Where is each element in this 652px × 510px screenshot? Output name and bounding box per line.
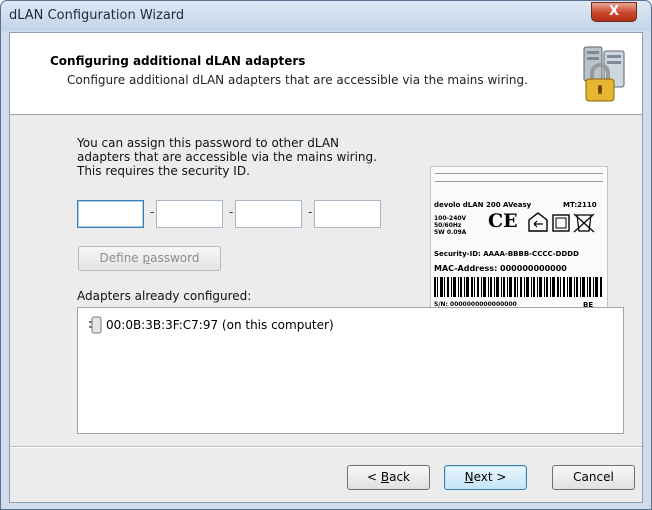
device-label-image: devolo dLAN 200 AVeasy MT:2110 100-240V …: [430, 166, 608, 324]
adapters-list[interactable]: 00:0B:3B:3F:C7:97 (on this computer): [77, 307, 624, 434]
info-line: You can assign this password to other dL…: [77, 136, 340, 150]
wizard-window: dLAN Configuration Wizard X Configuring …: [0, 0, 652, 510]
password-field-4[interactable]: [314, 200, 381, 228]
label-symbols-icon: [528, 212, 595, 233]
page-subtitle: Configure additional dLAN adapters that …: [67, 73, 528, 87]
password-field-1[interactable]: [77, 200, 144, 228]
define-password-label-rest: assword: [150, 251, 200, 265]
password-separator: -: [150, 205, 155, 219]
label-divider: [435, 173, 603, 174]
back-button[interactable]: < Back: [347, 465, 430, 490]
define-password-label: Define: [99, 251, 143, 265]
page-title: Configuring additional dLAN adapters: [50, 54, 306, 68]
label-voltage-line: 50/60Hz: [434, 222, 462, 229]
label-model: devolo dLAN 200 AVeasy: [434, 201, 532, 209]
dlan-adapter-icon: [89, 316, 102, 334]
footer-divider: [10, 447, 642, 448]
label-mt: MT:2110: [563, 201, 597, 209]
info-line: This requires the security ID.: [77, 164, 250, 178]
next-label: ext >: [473, 470, 507, 484]
adapter-entry-text: 00:0B:3B:3F:C7:97 (on this computer): [106, 318, 334, 332]
info-text: You can assign this password to other dL…: [77, 136, 377, 178]
locked-computers-icon: [583, 46, 625, 102]
back-label: <: [366, 470, 381, 484]
wizard-client-area: Configuring additional dLAN adapters Con…: [9, 32, 643, 503]
next-button[interactable]: Next >: [444, 465, 527, 490]
password-separator: -: [308, 205, 313, 219]
label-mac-address: MAC-Address: 000000000000: [434, 264, 567, 273]
window-title: dLAN Configuration Wizard: [9, 8, 185, 23]
label-voltage: 100-240V 50/60Hz 5W 0.09A: [434, 215, 474, 236]
ce-mark: CE: [488, 210, 518, 232]
back-hotkey: B: [380, 470, 390, 484]
barcode-icon: [434, 277, 602, 297]
back-label-rest: ack: [389, 470, 410, 484]
title-bar[interactable]: dLAN Configuration Wizard X: [1, 1, 651, 31]
define-password-hotkey: p: [142, 251, 151, 265]
password-field-2[interactable]: [156, 200, 223, 228]
wizard-body: You can assign this password to other dL…: [10, 116, 642, 446]
next-hotkey: N: [464, 470, 474, 484]
cancel-button[interactable]: Cancel: [552, 465, 635, 490]
define-password-button[interactable]: Define password: [78, 246, 221, 271]
label-voltage-line: 5W 0.09A: [434, 229, 467, 236]
label-voltage-line: 100-240V: [434, 215, 467, 222]
label-security-id: Security-ID: AAAA-BBBB-CCCC-DDDD: [434, 250, 579, 258]
info-line: adapters that are accessible via the mai…: [77, 150, 377, 164]
wizard-header: Configuring additional dLAN adapters Con…: [10, 33, 642, 115]
password-separator: -: [229, 205, 234, 219]
password-field-3[interactable]: [235, 200, 302, 228]
close-button[interactable]: X: [591, 2, 637, 22]
adapters-label: Adapters already configured:: [77, 289, 252, 303]
label-divider: [435, 181, 603, 182]
